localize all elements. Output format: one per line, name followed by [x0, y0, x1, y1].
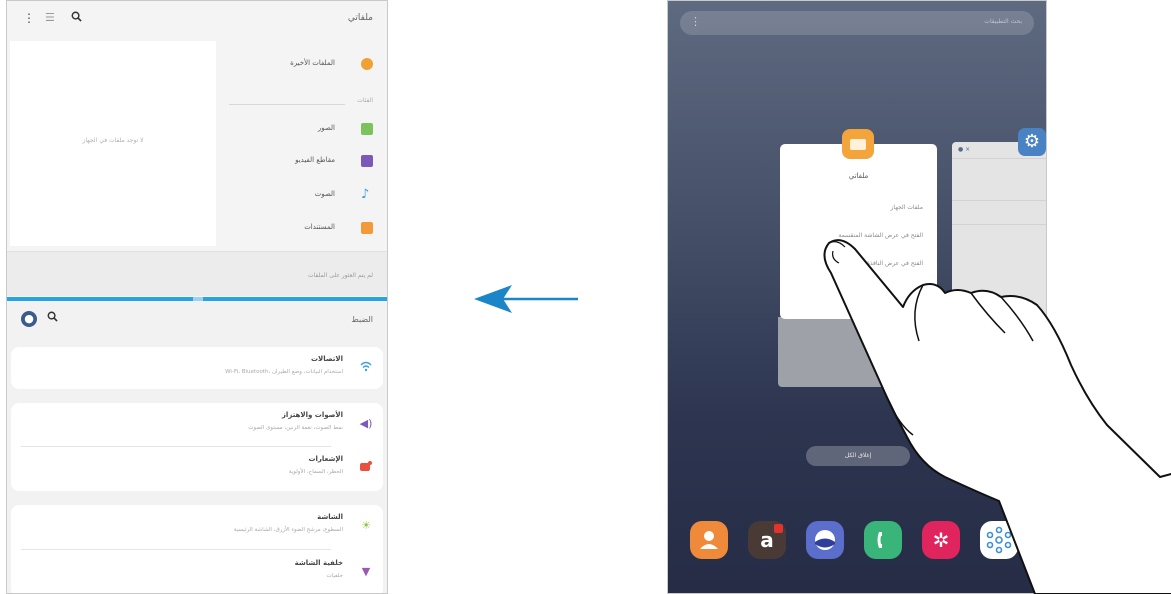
nav-videos[interactable]: مقاطع الفيديو [223, 153, 373, 173]
files-bottom-text: لم يتم العثور على الملفات [307, 272, 373, 279]
settings-item-title: الإشعارات [308, 455, 343, 463]
image-icon [361, 123, 373, 135]
video-icon [361, 155, 373, 167]
swipe-left-arrow-icon [474, 285, 578, 313]
nav-recent-label: الملفات الأخيرة [290, 59, 335, 67]
amazon-glyph: a [760, 528, 774, 552]
gear-icon[interactable]: ⚙ [1018, 128, 1046, 156]
badge [774, 524, 783, 533]
split-screen-phone: ⋮ ☰ ملفاتي لا توجد ملفات في الجهاز الملف… [6, 0, 388, 594]
contacts-icon[interactable] [690, 521, 728, 559]
settings-item-subtitle: Wi-Fi، Bluetooth، استخدام البيانات، وضع … [225, 369, 343, 375]
settings-item-notifications[interactable]: الإشعارات الحظر، السماح، الأولوية [11, 447, 383, 491]
settings-card-connections: الاتصالات Wi-Fi، Bluetooth، استخدام البي… [11, 347, 383, 389]
search-icon[interactable] [47, 311, 58, 325]
settings-item-subtitle: خلفيات [326, 573, 343, 579]
folder-icon [842, 129, 874, 159]
nav-documents-label: المستندات [304, 223, 335, 231]
list-view-icon[interactable]: ☰ [45, 11, 55, 24]
files-toolbar: ⋮ ☰ ملفاتي [7, 1, 387, 39]
settings-item-title: الشاشة [317, 513, 343, 521]
search-placeholder: بحث التطبيقات [984, 18, 1022, 25]
music-icon: ♪ [361, 187, 370, 202]
categories-header: الفئات [357, 97, 373, 104]
settings-card-display: ☀ الشاشة السطوع، مرشح الضوء الأزرق، الشا… [11, 505, 383, 593]
settings-item-wallpaper[interactable]: ▼ خلفية الشاشة خلفيات [11, 551, 383, 593]
divider [952, 158, 1046, 159]
divider [952, 200, 1046, 201]
card-files-title: ملفاتي [848, 172, 869, 180]
account-icon[interactable]: ● [21, 311, 37, 327]
settings-item-display[interactable]: ☀ الشاشة السطوع، مرشح الضوء الأزرق، الشا… [11, 505, 383, 549]
settings-item-title: الاتصالات [310, 355, 343, 363]
search-icon[interactable] [71, 11, 82, 25]
card-option-device-files[interactable]: ملفات الجهاز [891, 204, 923, 211]
nav-images-label: الصور [317, 124, 335, 132]
settings-pane: ● الضبط الاتصالات Wi-Fi، Bluetooth، استخ… [7, 301, 387, 593]
settings-item-title: خلفية الشاشة [294, 559, 343, 567]
app-search-bar[interactable]: ⋮ بحث التطبيقات [680, 11, 1034, 35]
more-vertical-icon[interactable]: ⋮ [690, 15, 701, 28]
nav-documents[interactable]: المستندات [223, 220, 373, 240]
nav-recent-files[interactable]: الملفات الأخيرة [223, 56, 373, 76]
settings-item-title: الأصوات والاهتزاز [281, 411, 343, 419]
brightness-icon: ☀ [361, 519, 371, 532]
settings-item-subtitle: نمط الصوت، نغمة الرنين، مستوى الصوت [248, 425, 343, 431]
settings-item-subtitle: الحظر، السماح، الأولوية [288, 469, 343, 475]
nav-images[interactable]: الصور [223, 121, 373, 141]
settings-item-subtitle: السطوع، مرشح الضوء الأزرق، الشاشة الرئيس… [233, 527, 343, 533]
divider [21, 549, 331, 550]
nav-videos-label: مقاطع الفيديو [295, 156, 335, 164]
wallpaper-icon: ▼ [361, 565, 371, 578]
clock-icon [361, 58, 373, 70]
settings-title: الضبط [351, 315, 373, 324]
settings-card-sound: ◀) الأصوات والاهتزاز نمط الصوت، نغمة الر… [11, 403, 383, 491]
preview-empty-text: لا توجد ملفات في الجهاز [82, 137, 144, 144]
volume-icon: ◀) [359, 417, 373, 430]
nav-audio[interactable]: ♪ الصوت [223, 187, 373, 207]
wifi-icon [359, 361, 373, 375]
folder-icon-inner [850, 139, 866, 150]
settings-item-connections[interactable]: الاتصالات Wi-Fi، Bluetooth، استخدام البي… [11, 347, 383, 391]
files-bottom-panel: لم يتم العثور على الملفات [7, 251, 387, 296]
close-icon[interactable]: ● × [958, 146, 970, 153]
notification-icon [359, 461, 373, 475]
pointing-hand-icon [823, 239, 1171, 594]
divider [229, 104, 345, 105]
files-preview-panel: لا توجد ملفات في الجهاز [10, 41, 216, 246]
files-title: ملفاتي [347, 13, 373, 23]
more-vertical-icon[interactable]: ⋮ [23, 11, 35, 25]
nav-audio-label: الصوت [314, 190, 335, 198]
amazon-icon[interactable]: a [748, 521, 786, 559]
settings-item-sounds[interactable]: ◀) الأصوات والاهتزاز نمط الصوت، نغمة الر… [11, 403, 383, 447]
my-files-pane: ⋮ ☰ ملفاتي لا توجد ملفات في الجهاز الملف… [7, 1, 387, 297]
document-icon [361, 222, 373, 234]
